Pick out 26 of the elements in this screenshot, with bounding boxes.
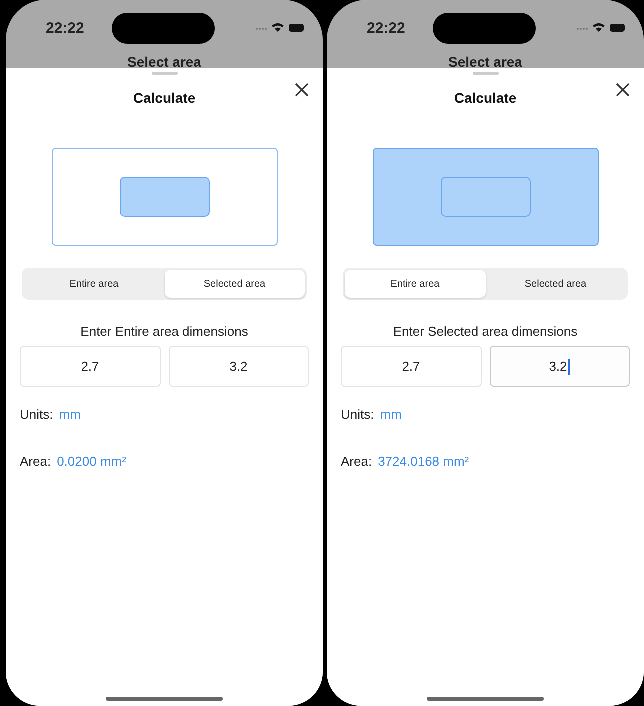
background-title: Select area (448, 54, 524, 70)
close-icon[interactable] (295, 83, 309, 97)
sheet-title: Calculate (454, 90, 517, 106)
sheet-title: Calculate (133, 90, 196, 106)
units-label: Units: (341, 407, 374, 422)
dimensions-prompt: Enter Selected area dimensions (392, 324, 579, 339)
dimension-field[interactable]: 2.7 (20, 346, 160, 387)
status-time: 22:22 (367, 20, 406, 36)
segment-tab[interactable]: Entire area (345, 270, 486, 298)
area-label: Area: (20, 454, 52, 469)
background-title: Select area (126, 54, 202, 70)
dimension-field[interactable]: 3.2 (168, 346, 309, 387)
dimension-field[interactable]: 2.7 (341, 346, 482, 387)
segment-tab[interactable]: Selected area (164, 270, 305, 298)
units-label: Units: (20, 407, 54, 422)
dimensions-prompt: Enter Entire area dimensions (80, 324, 250, 339)
close-icon[interactable] (616, 83, 630, 97)
segment-tab[interactable]: Entire area (24, 270, 164, 298)
area-label: Area: (341, 454, 372, 469)
segment-tab[interactable]: Selected area (486, 270, 626, 298)
status-icons (255, 22, 305, 34)
status-icons (576, 22, 626, 34)
area-value: 3724.0168 mm² (378, 454, 470, 469)
area-value: 0.0200 mm² (57, 454, 126, 469)
status-time: 22:22 (46, 20, 86, 36)
dimension-field[interactable]: 3.2 (490, 346, 630, 387)
